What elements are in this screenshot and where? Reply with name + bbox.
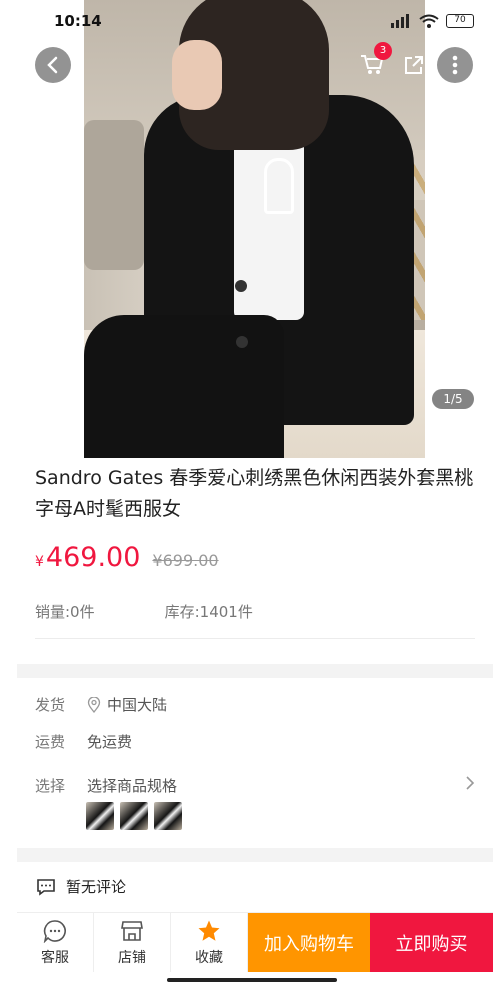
section-gap bbox=[17, 848, 493, 862]
spec-select-row[interactable]: 选择 选择商品规格 bbox=[35, 775, 475, 796]
wifi-icon bbox=[419, 14, 439, 28]
favorite-label: 收藏 bbox=[195, 949, 223, 966]
cart-badge: 3 bbox=[374, 42, 392, 60]
status-icons: 70 bbox=[390, 14, 474, 28]
favorite-button[interactable]: 收藏 bbox=[171, 913, 248, 972]
spec-thumbnail[interactable] bbox=[120, 802, 148, 830]
add-to-cart-button[interactable]: 加入购物车 bbox=[248, 913, 370, 972]
product-gallery[interactable]: 10:14 70 3 1/5 bbox=[0, 0, 504, 458]
store-icon bbox=[121, 920, 143, 941]
customer-service-button[interactable]: 客服 bbox=[17, 913, 94, 972]
current-price: 469.00 bbox=[45, 542, 141, 573]
chevron-left-icon bbox=[47, 56, 58, 74]
product-title: Sandro Gates 春季爱心刺绣黑色休闲西装外套黑桃字母A时髦西服女 bbox=[35, 467, 474, 520]
price-block: ¥ 469.00 ¥699.00 bbox=[35, 542, 219, 573]
spec-thumbnail[interactable] bbox=[86, 802, 114, 830]
service-label: 客服 bbox=[41, 949, 69, 966]
stock-count: 库存:1401件 bbox=[164, 603, 253, 621]
chat-bubble-icon bbox=[43, 919, 66, 943]
location-pin-icon bbox=[87, 696, 101, 713]
ship-value: 中国大陆 bbox=[107, 696, 168, 714]
star-icon bbox=[198, 920, 220, 941]
back-button[interactable] bbox=[35, 47, 71, 83]
review-text: 暂无评论 bbox=[66, 878, 127, 896]
product-stats: 销量:0件 库存:1401件 bbox=[35, 601, 253, 622]
chevron-right-icon bbox=[466, 776, 475, 790]
bottom-action-bar: 客服 店铺 收藏 加入购物车 立即购买 bbox=[17, 912, 493, 972]
sales-count: 销量:0件 bbox=[35, 603, 95, 621]
shop-label: 店铺 bbox=[118, 949, 146, 966]
status-bar: 10:14 70 bbox=[0, 0, 504, 44]
spec-thumbnails[interactable] bbox=[86, 802, 182, 830]
fee-value: 免运费 bbox=[87, 733, 133, 751]
status-time: 10:14 bbox=[54, 12, 102, 30]
gallery-page-indicator: 1/5 bbox=[432, 389, 474, 409]
section-gap bbox=[17, 664, 493, 678]
ship-label: 发货 bbox=[35, 696, 66, 714]
shop-button[interactable]: 店铺 bbox=[94, 913, 171, 972]
buy-now-button[interactable]: 立即购买 bbox=[370, 913, 493, 972]
share-icon bbox=[405, 56, 423, 74]
signal-icon bbox=[391, 14, 409, 28]
home-indicator bbox=[167, 978, 337, 982]
shipping-fee-row: 运费 免运费 bbox=[35, 731, 132, 752]
more-vertical-icon bbox=[452, 55, 458, 75]
currency-symbol: ¥ bbox=[35, 554, 44, 570]
select-value: 选择商品规格 bbox=[87, 777, 178, 795]
shipping-origin-row: 发货 中国大陆 bbox=[35, 694, 167, 715]
fee-label: 运费 bbox=[35, 733, 66, 751]
select-label: 选择 bbox=[35, 777, 66, 795]
more-button[interactable] bbox=[437, 47, 473, 83]
divider bbox=[35, 638, 475, 639]
original-price: ¥699.00 bbox=[152, 551, 219, 570]
battery-icon: 70 bbox=[446, 14, 474, 28]
review-row[interactable]: 暂无评论 bbox=[36, 876, 126, 897]
comment-icon bbox=[37, 878, 55, 896]
share-button[interactable] bbox=[396, 47, 432, 83]
spec-thumbnail[interactable] bbox=[154, 802, 182, 830]
